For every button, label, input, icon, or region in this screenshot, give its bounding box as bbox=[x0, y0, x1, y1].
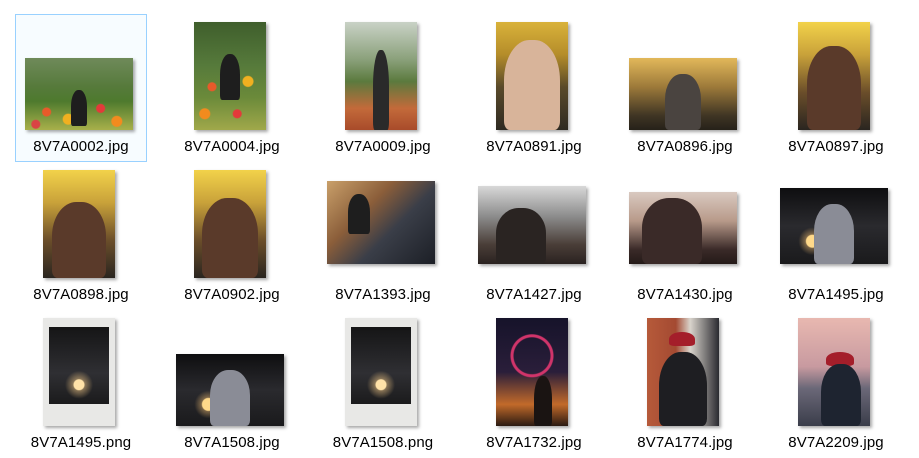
file-thumbnail bbox=[176, 354, 284, 426]
file-thumbnail bbox=[629, 192, 737, 264]
file-item[interactable]: 8V7A1427.jpg bbox=[468, 162, 600, 310]
file-item[interactable]: 8V7A0004.jpg bbox=[166, 14, 298, 162]
file-item[interactable]: 8V7A0902.jpg bbox=[166, 162, 298, 310]
file-thumbnail bbox=[798, 22, 870, 130]
file-thumbnail bbox=[345, 22, 417, 130]
file-item[interactable]: 8V7A1732.jpg bbox=[468, 310, 600, 458]
file-name-label: 8V7A1430.jpg bbox=[637, 286, 733, 303]
file-item[interactable]: 8V7A0896.jpg bbox=[619, 14, 751, 162]
file-item[interactable]: 8V7A1393.jpg bbox=[317, 162, 449, 310]
file-name-label: 8V7A0898.jpg bbox=[33, 286, 129, 303]
file-item[interactable]: 8V7A0891.jpg bbox=[468, 14, 600, 162]
file-name-label: 8V7A1495.jpg bbox=[788, 286, 884, 303]
file-name-label: 8V7A1508.jpg bbox=[184, 434, 280, 451]
file-thumbnail bbox=[647, 318, 719, 426]
file-name-label: 8V7A2209.jpg bbox=[788, 434, 884, 451]
file-name-label: 8V7A0009.jpg bbox=[335, 138, 431, 155]
file-item[interactable]: 8V7A2209.jpg bbox=[770, 310, 902, 458]
file-name-label: 8V7A0002.jpg bbox=[33, 138, 129, 155]
file-item[interactable]: 8V7A1774.jpg bbox=[619, 310, 751, 458]
file-item[interactable]: 8V7A1495.png bbox=[15, 310, 147, 458]
file-thumbnail bbox=[43, 318, 115, 426]
file-item[interactable]: 8V7A0009.jpg bbox=[317, 14, 449, 162]
file-thumbnail bbox=[496, 318, 568, 426]
file-thumbnail bbox=[345, 318, 417, 426]
file-thumbnail bbox=[25, 58, 133, 130]
file-item[interactable]: 8V7A1495.jpg bbox=[770, 162, 902, 310]
file-thumbnail bbox=[194, 170, 266, 278]
file-name-label: 8V7A1495.png bbox=[30, 434, 132, 451]
file-name-label: 8V7A0897.jpg bbox=[788, 138, 884, 155]
file-name-label: 8V7A0004.jpg bbox=[184, 138, 280, 155]
file-name-label: 8V7A1774.jpg bbox=[637, 434, 733, 451]
file-thumbnail bbox=[496, 22, 568, 130]
file-item[interactable]: 8V7A0898.jpg bbox=[15, 162, 147, 310]
file-name-label: 8V7A0891.jpg bbox=[486, 138, 582, 155]
file-name-label: 8V7A1508.png bbox=[332, 434, 434, 451]
file-name-label: 8V7A0902.jpg bbox=[184, 286, 280, 303]
file-name-label: 8V7A1393.jpg bbox=[335, 286, 431, 303]
file-thumbnail bbox=[780, 188, 888, 264]
file-name-label: 8V7A1427.jpg bbox=[486, 286, 582, 303]
file-item[interactable]: 8V7A1508.jpg bbox=[166, 310, 298, 458]
file-thumbnail bbox=[194, 22, 266, 130]
file-thumbnail bbox=[798, 318, 870, 426]
file-name-label: 8V7A0896.jpg bbox=[637, 138, 733, 155]
file-thumbnail bbox=[629, 58, 737, 130]
file-thumbnail bbox=[478, 186, 586, 264]
file-grid: 8V7A0002.jpg 8V7A0004.jpg 8V7A0009.jpg 8… bbox=[0, 0, 919, 456]
file-name-label: 8V7A1732.jpg bbox=[486, 434, 582, 451]
file-thumbnail bbox=[327, 181, 435, 264]
file-item[interactable]: 8V7A0002.jpg bbox=[15, 14, 147, 162]
file-item[interactable]: 8V7A0897.jpg bbox=[770, 14, 902, 162]
file-thumbnail bbox=[43, 170, 115, 278]
file-item[interactable]: 8V7A1508.png bbox=[317, 310, 449, 458]
file-item[interactable]: 8V7A1430.jpg bbox=[619, 162, 751, 310]
